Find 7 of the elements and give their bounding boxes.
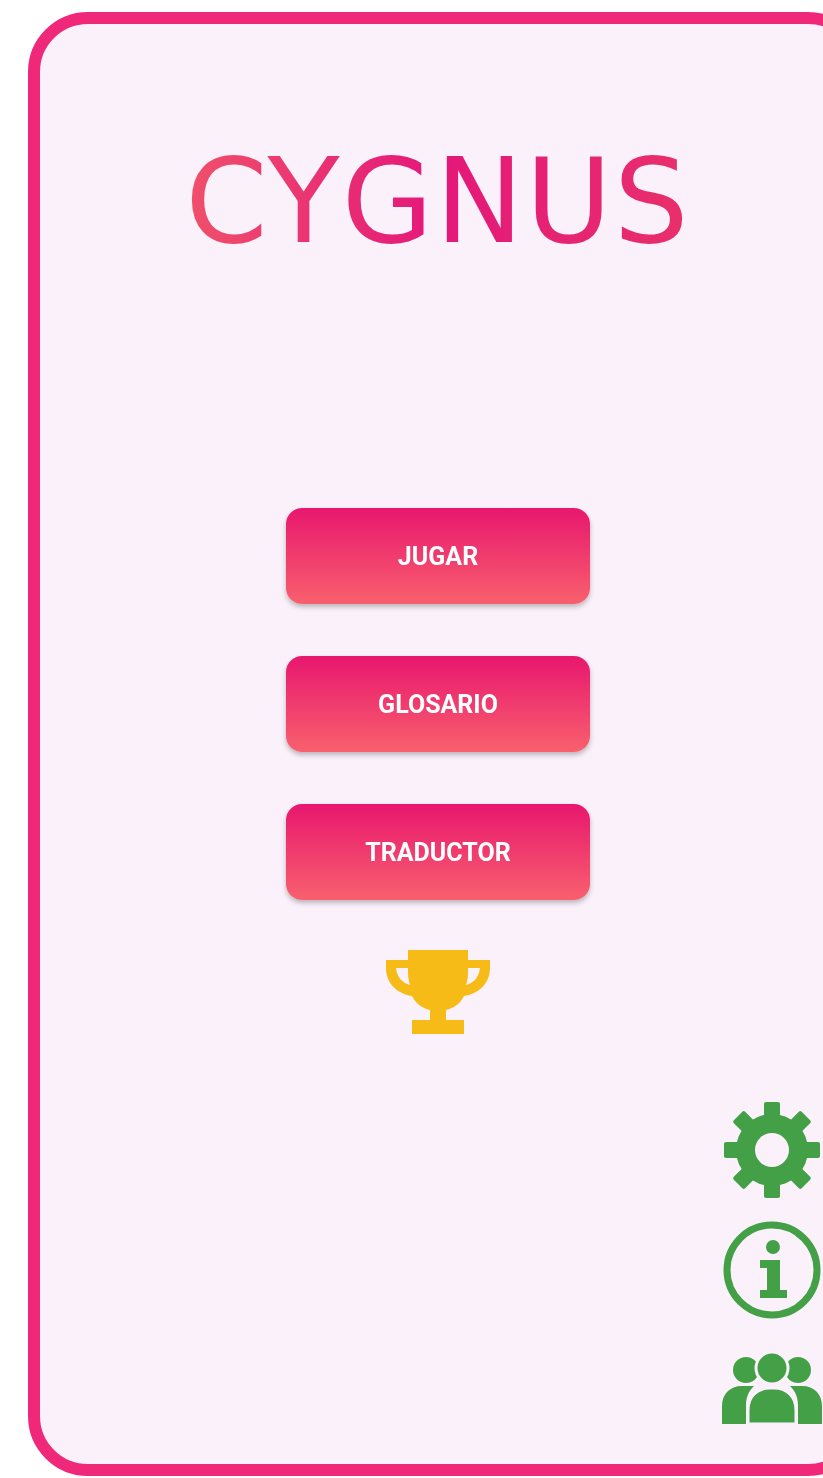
menu-button[interactable]: GLOSARIO bbox=[286, 656, 590, 752]
trophy-icon[interactable] bbox=[386, 950, 490, 1034]
menu-button[interactable]: JUGAR bbox=[286, 508, 590, 604]
group-icon[interactable] bbox=[722, 1352, 822, 1424]
settings-icon[interactable] bbox=[722, 1100, 822, 1200]
info-icon[interactable] bbox=[722, 1220, 822, 1320]
menu-button[interactable]: TRADUCTOR bbox=[286, 804, 590, 900]
